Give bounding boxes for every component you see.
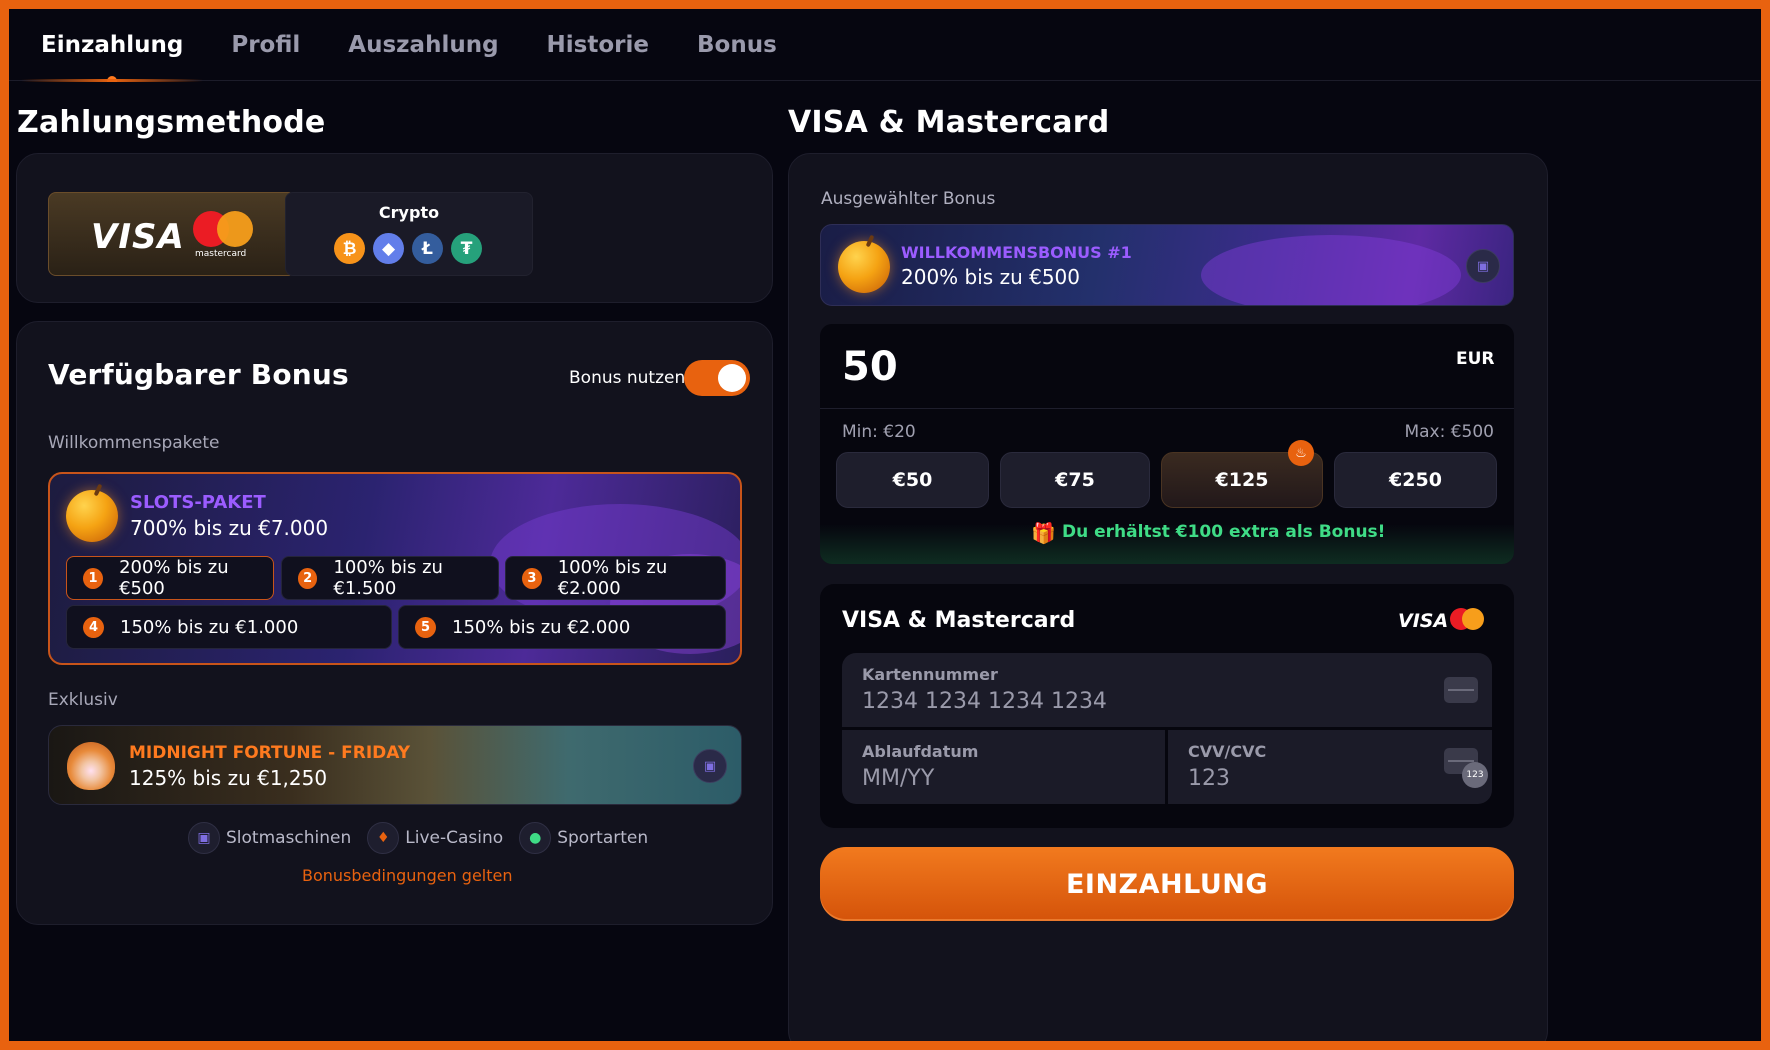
bonus-background-cloud xyxy=(1201,235,1461,305)
amount-input[interactable]: 50 xyxy=(842,344,898,390)
selected-bonus-label: Ausgewählter Bonus xyxy=(821,189,996,209)
litecoin-icon: Ł xyxy=(412,233,443,264)
quick-amount-75[interactable]: €75 xyxy=(1000,452,1150,508)
divider xyxy=(820,408,1514,409)
cvv-field[interactable]: CVV/CVC 123 123 xyxy=(1168,730,1492,804)
amount-panel: 50 EUR Min: €20 Max: €500 €50 €75 €125 ♨… xyxy=(820,324,1514,564)
bonus-terms-link[interactable]: Bonusbedingungen gelten xyxy=(302,866,513,885)
fire-icon: ♨ xyxy=(1288,440,1314,466)
tether-icon: ₮ xyxy=(451,233,482,264)
selected-bonus-subtitle: 200% bis zu €500 xyxy=(901,265,1080,289)
quick-amount-50[interactable]: €50 xyxy=(836,452,989,508)
tier-number: 5 xyxy=(415,616,436,638)
bonus-toggle-label: Bonus nutzen xyxy=(569,368,686,388)
max-amount: Max: €500 xyxy=(1404,422,1494,442)
tab-bar: Einzahlung Profil Auszahlung Historie Bo… xyxy=(9,9,1761,82)
ethereum-icon: ◆ xyxy=(373,233,404,264)
exclusive-subtitle: 125% bis zu €1,250 xyxy=(129,766,328,790)
currency-label: EUR xyxy=(1456,349,1495,369)
pearl-shell-icon xyxy=(67,742,115,790)
method-crypto[interactable]: Crypto ₿ ◆ Ł ₮ xyxy=(285,192,533,276)
category-label: Slotmaschinen xyxy=(226,828,352,848)
package-title: SLOTS-PAKET xyxy=(130,492,266,513)
bonus-card: Verfügbarer Bonus Bonus nutzen Willkomme… xyxy=(16,321,773,925)
card-number-placeholder: 1234 1234 1234 1234 xyxy=(862,689,1107,714)
mastercard-label: mastercard xyxy=(195,249,247,259)
payment-method-title: Zahlungsmethode xyxy=(17,105,326,140)
card-form-title: VISA & Mastercard xyxy=(842,608,1076,633)
credit-card-icon xyxy=(1444,677,1478,703)
expiry-placeholder: MM/YY xyxy=(862,766,935,791)
mastercard-logo-icon xyxy=(1450,608,1484,630)
bonus-categories: ▣ Slotmaschinen ♦ Live-Casino ● Sportarten xyxy=(188,822,648,854)
tier-label: 100% bis zu €2.000 xyxy=(557,557,668,599)
welcome-packages-label: Willkommenspakete xyxy=(48,433,220,453)
tier-2[interactable]: 2 100% bis zu €1.500 xyxy=(281,556,499,600)
visa-logo: VISA xyxy=(1398,610,1449,632)
category-label: Sportarten xyxy=(557,828,649,848)
slots-package-card[interactable]: SLOTS-PAKET 700% bis zu €7.000 1 200% bi… xyxy=(48,472,742,665)
card-number-label: Kartennummer xyxy=(862,665,998,684)
bitcoin-icon: ₿ xyxy=(334,233,365,264)
ball-icon: ● xyxy=(519,822,552,854)
slot-machine-icon: ▣ xyxy=(693,749,727,783)
selected-bonus-title: WILLKOMMENSBONUS #1 xyxy=(901,243,1132,262)
tier-number: 1 xyxy=(83,567,104,589)
tier-3[interactable]: 3 100% bis zu €2.000 xyxy=(505,556,726,600)
crypto-label: Crypto xyxy=(378,203,440,222)
exclusive-bonus-card[interactable]: MIDNIGHT FORTUNE - FRIDAY 125% bis zu €1… xyxy=(48,725,742,805)
cvv-badge-icon: 123 xyxy=(1462,762,1488,788)
golden-apple-icon xyxy=(838,241,890,293)
tier-1[interactable]: 1 200% bis zu €500 xyxy=(66,556,274,600)
tab-auszahlung[interactable]: Auszahlung xyxy=(348,9,498,81)
deposit-window: Einzahlung Profil Auszahlung Historie Bo… xyxy=(9,9,1761,1041)
tab-bonus[interactable]: Bonus xyxy=(697,9,777,81)
tier-label: 150% bis zu €2.000 xyxy=(452,616,631,638)
crypto-coins: ₿ ◆ Ł ₮ xyxy=(334,233,482,264)
card-form: VISA & Mastercard VISA Kartennummer 1234… xyxy=(820,584,1514,828)
method-title: VISA & Mastercard xyxy=(788,105,1110,140)
mastercard-logo-icon xyxy=(193,211,257,247)
quick-amount-250[interactable]: €250 xyxy=(1334,452,1497,508)
cards-icon: ♦ xyxy=(367,822,400,854)
deposit-submit-button[interactable]: EINZAHLUNG xyxy=(820,847,1514,921)
slot-machine-icon: ▣ xyxy=(188,822,220,854)
cvv-label: CVV/CVC xyxy=(1188,742,1267,761)
expiry-field[interactable]: Ablaufdatum MM/YY xyxy=(842,730,1165,804)
tier-label: 150% bis zu €1.000 xyxy=(120,616,299,638)
selected-bonus-card[interactable]: WILLKOMMENSBONUS #1 200% bis zu €500 ▣ xyxy=(820,224,1514,306)
bonus-title: Verfügbarer Bonus xyxy=(48,358,349,391)
exclusive-title: MIDNIGHT FORTUNE - FRIDAY xyxy=(129,743,411,763)
cvv-placeholder: 123 xyxy=(1188,766,1230,791)
category-live-casino: ♦ Live-Casino xyxy=(367,822,503,854)
payment-methods-card: VISA mastercard Crypto ₿ ◆ Ł ₮ xyxy=(16,153,773,303)
golden-apple-icon xyxy=(66,490,118,542)
category-sportarten: ● Sportarten xyxy=(519,822,648,854)
gift-icon: 🎁 xyxy=(1031,521,1056,545)
tier-label: 100% bis zu €1.500 xyxy=(333,557,443,599)
slot-machine-icon: ▣ xyxy=(1466,249,1500,283)
tier-4[interactable]: 4 150% bis zu €1.000 xyxy=(66,605,392,649)
tier-number: 3 xyxy=(522,567,542,589)
deposit-card: Ausgewählter Bonus WILLKOMMENSBONUS #1 2… xyxy=(788,153,1548,1041)
category-label: Live-Casino xyxy=(405,828,504,848)
visa-logo: VISA xyxy=(91,217,185,257)
bonus-toggle[interactable] xyxy=(684,360,750,396)
tab-historie[interactable]: Historie xyxy=(547,9,649,81)
package-subtitle: 700% bis zu €7.000 xyxy=(130,516,329,540)
tier-number: 2 xyxy=(298,567,318,589)
min-amount: Min: €20 xyxy=(842,422,916,442)
tier-label: 200% bis zu €500 xyxy=(119,557,229,599)
method-visa-mastercard[interactable]: VISA mastercard xyxy=(48,192,296,276)
category-slotmaschinen: ▣ Slotmaschinen xyxy=(188,822,351,854)
exclusive-label: Exklusiv xyxy=(48,690,118,710)
card-number-field[interactable]: Kartennummer 1234 1234 1234 1234 xyxy=(842,653,1492,727)
tab-einzahlung[interactable]: Einzahlung xyxy=(20,9,204,82)
tier-5[interactable]: 5 150% bis zu €2.000 xyxy=(398,605,726,649)
extra-bonus-text: Du erhältst €100 extra als Bonus! xyxy=(1062,522,1386,542)
tab-profil[interactable]: Profil xyxy=(231,9,300,81)
tier-number: 4 xyxy=(83,616,104,638)
expiry-label: Ablaufdatum xyxy=(862,742,979,761)
